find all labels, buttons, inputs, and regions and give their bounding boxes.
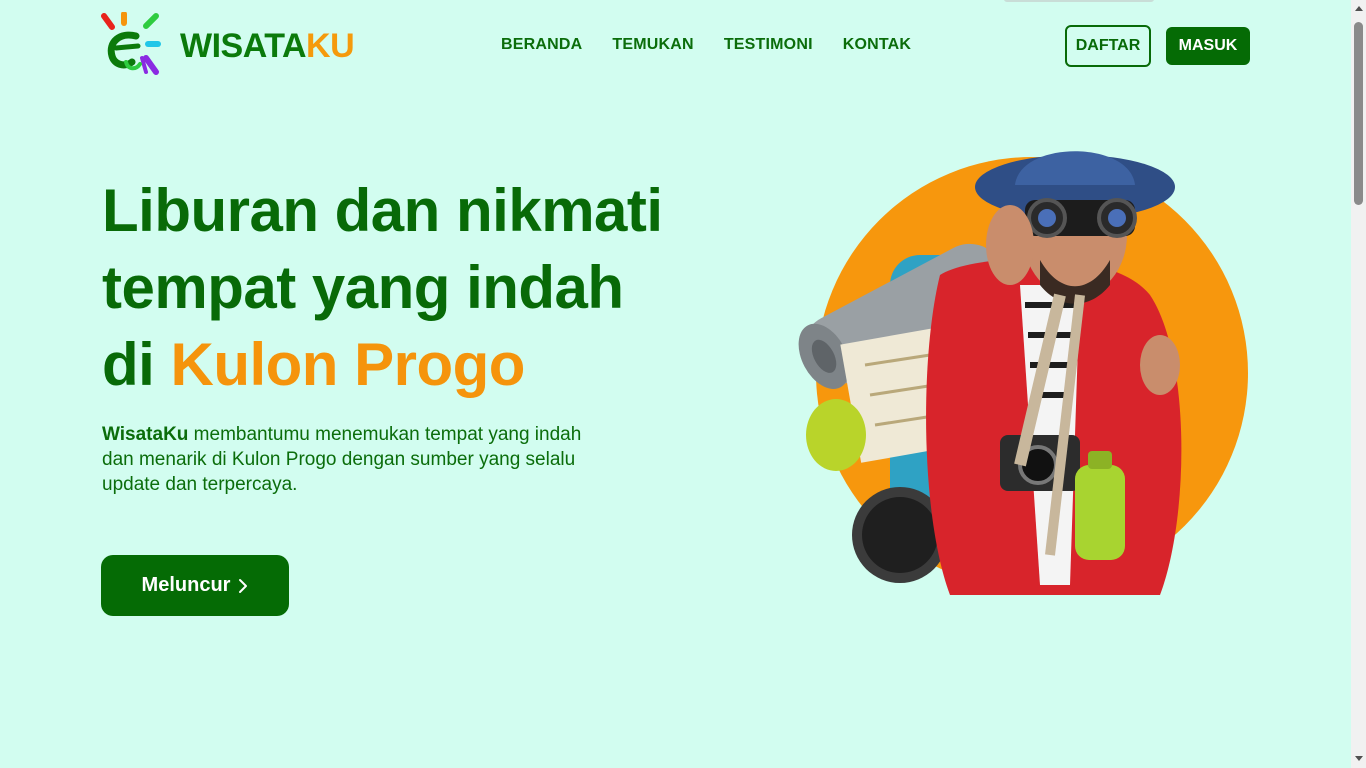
brand-name-part2: KU xyxy=(306,27,355,65)
hero-title: Liburan dan nikmati tempat yang indah di… xyxy=(102,172,663,403)
hero-description: WisataKu membantumu menemukan tempat yan… xyxy=(102,422,582,497)
hero-title-highlight: Kulon Progo xyxy=(170,331,526,398)
scroll-up-icon[interactable] xyxy=(1355,6,1363,11)
cta-button[interactable]: Meluncur xyxy=(101,555,289,616)
hero-title-line2: tempat yang indah xyxy=(102,254,624,321)
top-edge-decoration xyxy=(1004,0,1154,2)
hero-description-brand: WisataKu xyxy=(102,424,189,445)
main-nav: BERANDA TEMUKAN TESTIMONI KONTAK xyxy=(501,36,911,54)
login-button[interactable]: MASUK xyxy=(1166,27,1250,65)
cta-button-label: Meluncur xyxy=(141,574,231,596)
hero-title-line1: Liburan dan nikmati xyxy=(102,177,663,244)
sun-smile-icon xyxy=(101,12,161,75)
nav-item-testimoni[interactable]: TESTIMONI xyxy=(724,36,813,54)
nav-item-temukan[interactable]: TEMUKAN xyxy=(612,36,693,54)
page-scrollbar[interactable] xyxy=(1351,0,1366,768)
nav-item-kontak[interactable]: KONTAK xyxy=(843,36,911,54)
scrollbar-thumb[interactable] xyxy=(1354,22,1363,205)
hero-title-line3-prefix: di xyxy=(102,331,171,398)
brand-name-part1: WISATA xyxy=(180,27,307,65)
chevron-right-icon xyxy=(239,578,248,593)
register-button[interactable]: DAFTAR xyxy=(1065,25,1151,67)
brand-logo[interactable]: WISATAKU xyxy=(100,12,355,80)
scroll-down-icon[interactable] xyxy=(1355,756,1363,761)
hero-traveler-illustration xyxy=(798,151,1248,595)
nav-item-beranda[interactable]: BERANDA xyxy=(501,36,582,54)
brand-name: WISATAKU xyxy=(180,27,355,65)
